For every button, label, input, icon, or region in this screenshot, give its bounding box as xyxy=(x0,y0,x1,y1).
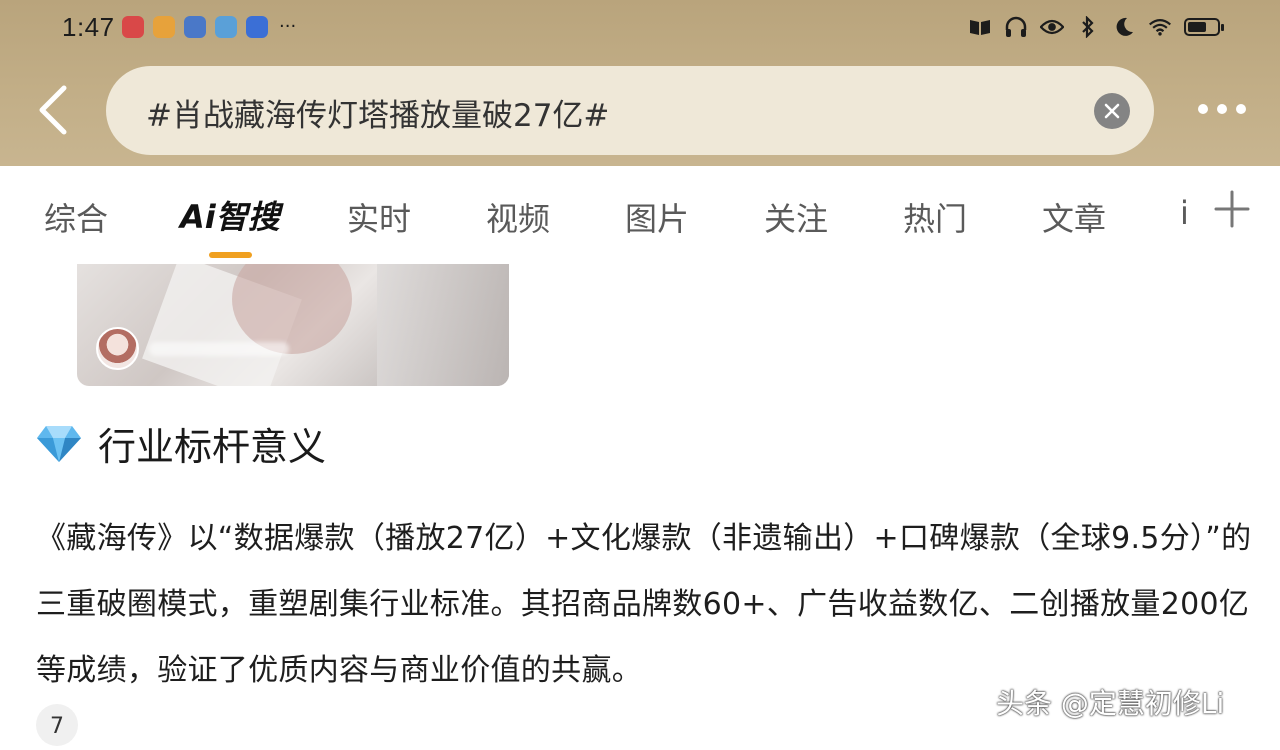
more-options-button[interactable] xyxy=(1198,96,1258,122)
close-icon xyxy=(1104,103,1120,119)
tab-ai-search[interactable]: Ai智搜 xyxy=(180,192,280,238)
diamond-icon xyxy=(37,425,81,462)
section-title: 行业标杆意义 xyxy=(98,425,327,469)
watermark: 头条 @定慧初修Li xyxy=(996,687,1225,720)
system-icons xyxy=(968,14,1224,40)
status-bar: 1:47 ··· xyxy=(0,0,1280,60)
status-time: 1:47 xyxy=(62,12,115,42)
plus-icon xyxy=(1214,190,1250,228)
headphones-icon xyxy=(1004,14,1028,40)
book-icon xyxy=(968,14,992,40)
tab-realtime[interactable]: 实时 xyxy=(347,194,411,240)
avatar[interactable] xyxy=(96,327,139,370)
tab-articles[interactable]: 文章 xyxy=(1042,194,1106,240)
tab-images[interactable]: 图片 xyxy=(625,194,689,240)
battery-icon xyxy=(1184,18,1224,36)
body-paragraph: 《藏海传》以“数据爆款（播放27亿）+文化爆款（非遗输出）+口碑爆款（全球9.5… xyxy=(36,521,1252,688)
eye-icon xyxy=(1040,14,1064,40)
wifi-icon xyxy=(1148,14,1172,40)
clear-search-button[interactable] xyxy=(1094,93,1130,129)
bluetooth-icon xyxy=(1076,14,1100,40)
dot-icon xyxy=(1198,104,1208,114)
app-notification-icon xyxy=(215,16,237,38)
tab-video[interactable]: 视频 xyxy=(486,194,550,240)
section-heading: 行业标杆意义 xyxy=(36,416,326,471)
tab-hot[interactable]: 热门 xyxy=(903,194,967,240)
search-results: 行业标杆意义 《藏海传》以“数据爆款（播放27亿）+文化爆款（非遗输出）+口碑爆… xyxy=(0,264,1280,746)
tab-following[interactable]: 关注 xyxy=(764,194,828,240)
more-notifications-icon: ··· xyxy=(279,16,297,37)
notification-icons: ··· xyxy=(122,16,296,38)
blurred-username xyxy=(149,342,289,356)
back-button[interactable] xyxy=(30,82,78,138)
weibo-icon xyxy=(153,16,175,38)
add-tab-button[interactable] xyxy=(1212,186,1252,232)
active-tab-indicator xyxy=(209,252,252,258)
search-query-text[interactable]: #肖战藏海传灯塔播放量破27亿# xyxy=(146,90,609,135)
baidu-icon xyxy=(246,16,268,38)
dot-icon xyxy=(1217,104,1227,114)
thumbnail-image xyxy=(377,264,509,386)
video-thumbnail[interactable] xyxy=(77,264,509,386)
dot-icon xyxy=(1236,104,1246,114)
app-notification-icon xyxy=(184,16,206,38)
top-bar: 1:47 ··· #肖战藏海传灯塔播放量破27亿# xyxy=(0,0,1280,166)
battery-level xyxy=(1188,22,1206,32)
app-notification-icon xyxy=(122,16,144,38)
comment-count-badge[interactable]: 7 xyxy=(36,704,78,746)
moon-icon xyxy=(1112,14,1136,40)
search-input[interactable]: #肖战藏海传灯塔播放量破27亿# xyxy=(106,66,1154,155)
tab-more[interactable]: i xyxy=(1180,194,1189,232)
tab-comprehensive[interactable]: 综合 xyxy=(44,194,108,240)
search-tabs: 综合 Ai智搜 实时 视频 图片 关注 热门 文章 i xyxy=(0,166,1280,264)
